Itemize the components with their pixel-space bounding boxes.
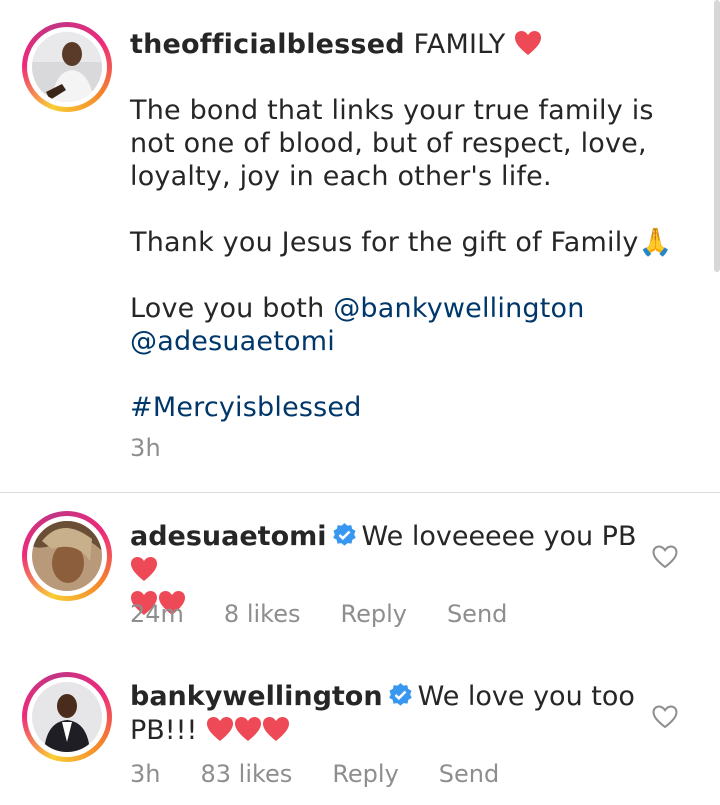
caption-hashtag-line: #Mercyisblessed: [130, 391, 690, 424]
caption-paragraph-2: Thank you Jesus for the gift of Family🙏: [130, 226, 690, 259]
caption-paragraph-2-text: Thank you Jesus for the gift of Family: [130, 227, 639, 258]
comment-avatar-adesuaetomi[interactable]: [22, 511, 112, 601]
comment-bankywellington: bankywellington We love you too PB!!!: [130, 680, 650, 748]
red-heart-emoji: [131, 557, 157, 581]
post-author-avatar[interactable]: [22, 22, 112, 112]
comment-username[interactable]: adesuaetomi: [130, 521, 327, 552]
comment-text: We loveeeee you PB: [361, 521, 637, 552]
mention-adesuaetomi[interactable]: @adesuaetomi: [130, 326, 335, 357]
verified-badge-icon: [388, 683, 412, 706]
send-button[interactable]: Send: [439, 760, 499, 788]
caption-paragraph-3: Love you both @bankywellington @adesuaet…: [130, 292, 690, 358]
caption-paragraph-1: The bond that links your true family is …: [130, 95, 654, 192]
post-username[interactable]: theofficialblessed: [130, 29, 405, 60]
heart-outline-icon[interactable]: [652, 705, 678, 729]
red-heart-emoji: [206, 717, 233, 741]
post-caption: theofficialblessed FAMILY The bond that …: [130, 28, 690, 465]
send-button[interactable]: Send: [447, 600, 507, 628]
red-heart-emoji: [234, 717, 261, 741]
comment-likes[interactable]: 83 likes: [200, 760, 292, 788]
hashtag-mercyisblessed[interactable]: #Mercyisblessed: [130, 392, 362, 423]
heart-outline-icon[interactable]: [652, 545, 678, 569]
mention-bankywellington[interactable]: @bankywellington: [333, 293, 584, 324]
comment-username[interactable]: bankywellington: [130, 681, 383, 712]
comment-time: 3h: [130, 760, 161, 788]
post-timestamp: 3h: [130, 434, 161, 462]
red-heart-emoji: [515, 31, 542, 55]
reply-button[interactable]: Reply: [332, 760, 398, 788]
comment-actions: 24m 8 likes Reply Send: [130, 600, 547, 628]
divider: [0, 492, 720, 493]
praying-hands-emoji: 🙏: [638, 227, 673, 258]
red-heart-emoji: [262, 717, 289, 741]
comment-time: 24m: [130, 600, 184, 628]
scrollbar[interactable]: [714, 0, 720, 272]
post-title: FAMILY: [413, 29, 506, 60]
verified-badge-icon: [332, 523, 356, 546]
comment-actions: 3h 83 likes Reply Send: [130, 760, 539, 788]
caption-paragraph-3-text: Love you both: [130, 293, 325, 324]
reply-button[interactable]: Reply: [340, 600, 406, 628]
comment-likes[interactable]: 8 likes: [224, 600, 301, 628]
comment-avatar-bankywellington[interactable]: [22, 672, 112, 762]
